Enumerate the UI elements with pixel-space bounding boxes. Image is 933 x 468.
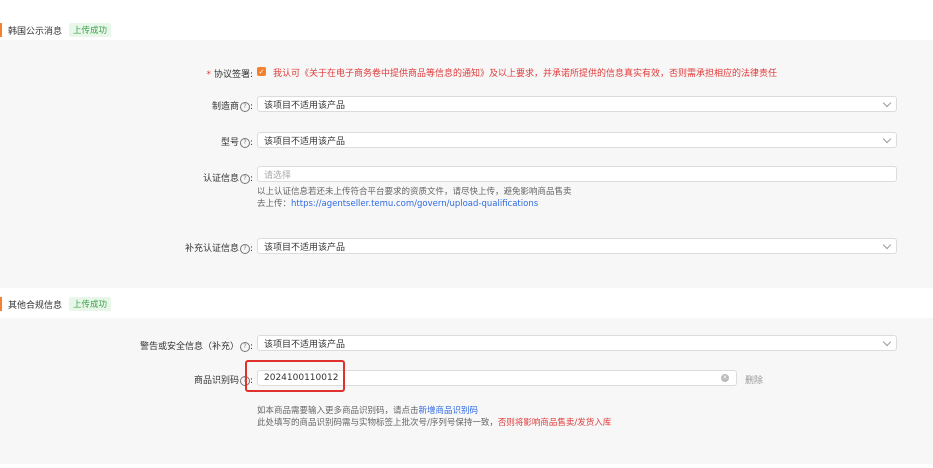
question-icon[interactable]: ? — [239, 137, 250, 148]
upload-qualifications-link[interactable]: https://agentseller.temu.com/govern/uplo… — [291, 199, 538, 209]
certification-note-line2: 去上传：https://agentseller.temu.com/govern/… — [257, 199, 539, 209]
section-title: 韩国公示消息 — [8, 26, 63, 37]
model-value: 该项目不适用该产品 — [264, 136, 346, 147]
extra-cert-select[interactable]: 该项目不适用该产品 — [257, 238, 897, 254]
product-code-note: 如本商品需要输入更多商品识别码，请点击新增商品识别码 此处填写的商品识别码需与实… — [257, 405, 611, 429]
product-code-note-line1: 如本商品需要输入更多商品识别码，请点击新增商品识别码 — [257, 406, 479, 416]
clear-icon[interactable]: × — [721, 374, 729, 382]
certification-select[interactable]: 请选择 — [257, 166, 897, 182]
model-select[interactable]: 该项目不适用该产品 — [257, 132, 897, 148]
warning-value: 该项目不适用该产品 — [264, 339, 346, 350]
highlight-box — [245, 360, 345, 392]
agreement-text: 我认可《关于在电子商务卷中提供商品等信息的通知》及以上要求，并承诺所提供的信息真… — [273, 69, 778, 79]
certification-note-line1: 以上认证信息若还未上传符合平台要求的资质文件，请尽快上传，避免影响商品售卖 — [257, 187, 572, 197]
section-accent-bar — [0, 23, 2, 37]
chevron-down-icon — [882, 337, 892, 347]
certification-note: 以上认证信息若还未上传符合平台要求的资质文件，请尽快上传，避免影响商品售卖 去上… — [257, 186, 572, 210]
product-code-note-line2: 此处填写的商品识别码需与实物标签上批次号/序列号保持一致，否则将影响商品售卖/发… — [257, 418, 612, 428]
extra-cert-value: 该项目不适用该产品 — [264, 242, 346, 253]
chevron-down-icon — [882, 240, 892, 250]
add-product-code-link[interactable]: 新增商品识别码 — [419, 406, 479, 416]
manufacturer-value: 该项目不适用该产品 — [264, 100, 346, 111]
agreement-checkbox[interactable]: ✓ — [257, 67, 266, 76]
section-compliance-header: 其他合规信息 上传成功 — [0, 296, 112, 312]
delete-button[interactable]: 删除 — [745, 373, 763, 386]
manufacturer-label: 制造商?: — [211, 101, 253, 112]
status-badge: 上传成功 — [69, 23, 112, 37]
certification-placeholder: 请选择 — [264, 170, 292, 181]
question-icon[interactable]: ? — [239, 101, 250, 112]
question-icon[interactable]: ? — [239, 173, 250, 184]
chevron-down-icon — [882, 98, 892, 108]
section-accent-bar — [0, 297, 2, 311]
status-badge: 上传成功 — [69, 297, 112, 311]
required-mark: * — [206, 70, 211, 80]
check-icon: ✓ — [258, 67, 265, 76]
question-icon[interactable]: ? — [239, 243, 250, 254]
warning-select[interactable]: 该项目不适用该产品 — [257, 335, 897, 351]
model-label: 型号?: — [220, 137, 253, 148]
manufacturer-select[interactable]: 该项目不适用该产品 — [257, 96, 897, 112]
chevron-down-icon — [882, 134, 892, 144]
question-icon[interactable]: ? — [239, 341, 250, 352]
extra-cert-label: 补充认证信息?: — [184, 243, 253, 254]
agreement-label: * 协议签署: — [206, 70, 253, 80]
certification-label: 认证信息?: — [202, 173, 253, 184]
warning-label: 警告或安全信息（补充）?: — [139, 341, 253, 352]
section-title: 其他合规信息 — [8, 300, 63, 311]
section-korea-header: 韩国公示消息 上传成功 — [0, 22, 112, 38]
